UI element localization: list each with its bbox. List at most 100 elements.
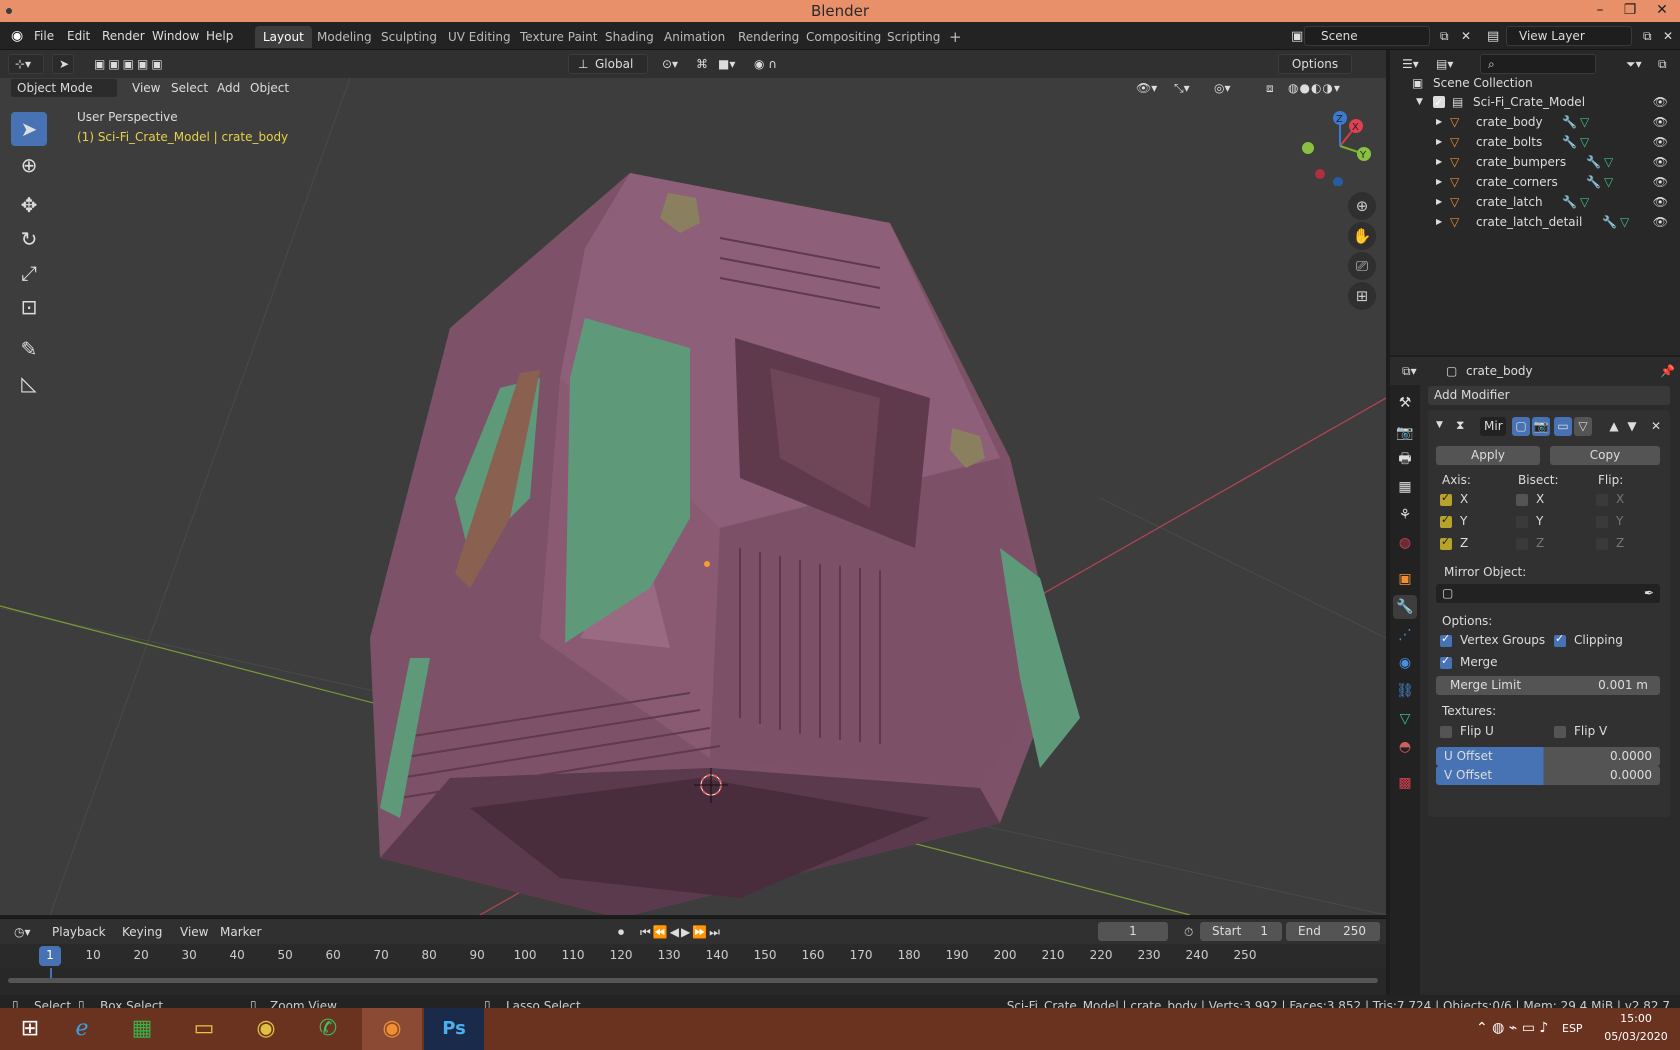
outliner-row-object[interactable]: ▶ ▽ crate_latch 🔧 ▽ 👁 [1390, 192, 1680, 212]
options-dropdown[interactable]: Options [1278, 54, 1352, 74]
outliner-row-scene-collection[interactable]: ▣ Scene Collection [1390, 73, 1680, 93]
bisect-z-checkbox[interactable] [1516, 538, 1528, 550]
collapse-icon[interactable]: ▼ [1436, 420, 1443, 430]
move-tool-icon[interactable]: ✥ [11, 188, 47, 222]
render-tab-icon[interactable]: 📷 [1393, 421, 1417, 445]
outliner-row-object[interactable]: ▶ ▽ crate_latch_detail 🔧 ▽ 👁 [1390, 212, 1680, 232]
photoshop-icon[interactable]: Ps [424, 1008, 484, 1050]
expand-icon[interactable]: ▶ [1436, 152, 1442, 172]
menu-help[interactable]: Help [199, 27, 240, 46]
tab-modeling[interactable]: Modeling [309, 26, 380, 48]
clock-time[interactable]: 15:00 [1604, 1012, 1668, 1025]
timeline-menu-marker[interactable]: Marker [214, 922, 267, 942]
language-indicator[interactable]: ESP [1562, 1022, 1583, 1035]
viewport-toggle-icon[interactable]: ▭ [1554, 417, 1572, 436]
axis-z-checkbox[interactable] [1440, 535, 1452, 550]
expand-icon[interactable]: ▶ [1436, 172, 1442, 192]
measure-tool-icon[interactable]: ◺ [11, 366, 47, 400]
modifier-tab-icon[interactable]: 🔧 [1393, 595, 1417, 619]
overlay-toggle-icon[interactable]: ◎▾ [1208, 78, 1237, 98]
output-tab-icon[interactable]: 🖶 [1393, 447, 1417, 471]
snap-target-icon[interactable]: ■▾ [712, 54, 741, 74]
eye-icon[interactable]: 👁 [1653, 172, 1668, 192]
tab-texture-paint[interactable]: Texture Paint [512, 26, 605, 48]
blender-taskbar-icon[interactable]: ◉ [362, 1008, 422, 1050]
3d-viewport[interactable]: User Perspective (1) Sci-Fi_Crate_Model … [0, 78, 1386, 915]
select-box-tool-icon[interactable]: ➤ [11, 112, 47, 146]
eye-icon[interactable]: 👁 [1653, 112, 1668, 132]
timeline-menu-keying[interactable]: Keying [116, 922, 168, 942]
whatsapp-icon[interactable]: ✆ [298, 1008, 358, 1050]
expand-icon[interactable]: ▶ [1436, 192, 1442, 212]
tray-icons[interactable]: ⌃ ◍ ⌁ ▭ ♪ [1476, 1020, 1548, 1036]
tab-sculpting[interactable]: Sculpting [373, 26, 445, 48]
outliner-row-object[interactable]: ▶ ▽ crate_bumpers 🔧 ▽ 👁 [1390, 152, 1680, 172]
view-layer-field[interactable]: View Layer [1506, 26, 1632, 46]
camera-view-icon[interactable]: ⎚ [1348, 252, 1376, 280]
editmode-cage-icon[interactable]: ▢ [1512, 417, 1530, 436]
world-tab-icon[interactable]: ◍ [1393, 531, 1417, 555]
u-offset-field[interactable]: U Offset 0.0000 [1436, 747, 1660, 766]
minimize-icon[interactable]: – [1584, 0, 1616, 22]
display-mode-icon[interactable]: ▤▾ [1430, 54, 1459, 74]
scene-field[interactable]: Scene [1304, 26, 1430, 46]
current-frame-field[interactable]: 1 [1098, 922, 1168, 941]
proportional-edit-icon[interactable]: ◉ ∩ [748, 54, 783, 74]
tab-compositing[interactable]: Compositing [798, 26, 889, 48]
stopwatch-icon[interactable]: ⏱ [1178, 922, 1199, 942]
clipping-checkbox[interactable] [1554, 632, 1566, 647]
timeline-body[interactable] [0, 968, 1386, 995]
select-mode-icons[interactable]: ▣▣▣▣▣ [88, 54, 172, 74]
flip-z-checkbox[interactable] [1596, 538, 1608, 550]
shading-mode-icons[interactable]: ◍●◐◑▾ [1282, 78, 1347, 98]
ortho-grid-icon[interactable]: ⊞ [1348, 282, 1376, 310]
material-tab-icon[interactable]: ◓ [1393, 735, 1417, 759]
expand-icon[interactable]: ▶ [1436, 212, 1442, 232]
object-tab-icon[interactable]: ▣ [1393, 567, 1417, 591]
cursor-tool-icon[interactable]: ⊕ [11, 148, 47, 182]
eyedropper-icon[interactable]: ✒ [1644, 584, 1654, 603]
tab-rendering[interactable]: Rendering [730, 26, 807, 48]
clock-date[interactable]: 05/03/2020 [1600, 1030, 1672, 1043]
expand-icon[interactable]: ▶ [1436, 112, 1442, 132]
viewport-menu-select[interactable]: Select [165, 78, 214, 98]
rotate-tool-icon[interactable]: ↻ [11, 222, 47, 256]
apply-button[interactable]: Apply [1436, 446, 1540, 465]
particles-tab-icon[interactable]: ⋰ [1393, 623, 1417, 647]
outliner-row-object[interactable]: ▶ ▽ crate_corners 🔧 ▽ 👁 [1390, 172, 1680, 192]
select-tool-icon[interactable]: ➤ [52, 54, 74, 74]
v-offset-field[interactable]: V Offset 0.0000 [1436, 766, 1660, 785]
move-up-icon[interactable]: ▲ [1606, 417, 1622, 436]
outliner-row-object[interactable]: ▶ ▽ crate_body 🔧 ▽ 👁 [1390, 112, 1680, 132]
outliner-row-collection[interactable]: ▼ ▤ Sci-Fi_Crate_Model 👁 [1390, 92, 1680, 113]
view-layer-icon[interactable]: ▤ [1480, 27, 1506, 46]
collection-checkbox[interactable] [1433, 93, 1445, 113]
playback-controls-icons[interactable]: ⏮⏪◀▶⏩⏭ [634, 922, 728, 942]
new-collection-icon[interactable]: ⧉ [1652, 54, 1673, 74]
timeline-editor-type-icon[interactable]: ◷▾ [8, 922, 37, 942]
flip-v-checkbox[interactable] [1554, 726, 1566, 738]
viewport-menu-add[interactable]: Add [211, 78, 246, 98]
view-layer-remove-icon[interactable]: ✕ [1656, 27, 1680, 46]
pan-hand-icon[interactable]: ✋ [1348, 222, 1376, 250]
scene-tab-icon[interactable]: ⚘ [1393, 503, 1417, 527]
expand-icon[interactable]: ▶ [1436, 132, 1442, 152]
pivot-point-icon[interactable]: ⊙▾ [656, 54, 684, 74]
menu-window[interactable]: Window [145, 27, 206, 46]
close-icon[interactable]: ✕ [1646, 0, 1678, 22]
transform-tool-icon[interactable]: ⊡ [11, 290, 47, 324]
tool-tab-icon[interactable]: ⚒ [1393, 391, 1417, 415]
xray-icon[interactable]: ⧈ [1260, 78, 1280, 98]
end-frame-field[interactable]: End 250 [1286, 922, 1380, 941]
flip-x-checkbox[interactable] [1596, 494, 1608, 506]
expand-icon[interactable]: ▼ [1416, 92, 1423, 112]
filter-icon[interactable]: ⏷▾ [1620, 54, 1648, 74]
remove-modifier-icon[interactable]: ✕ [1648, 417, 1664, 436]
vertex-groups-checkbox[interactable] [1440, 632, 1452, 647]
properties-editor-type-icon[interactable]: ⧉▾ [1396, 361, 1423, 381]
bisect-y-checkbox[interactable] [1516, 516, 1528, 528]
outliner-row-object[interactable]: ▶ ▽ crate_bolts 🔧 ▽ 👁 [1390, 132, 1680, 152]
add-modifier-dropdown[interactable]: Add Modifier [1428, 386, 1670, 405]
scale-tool-icon[interactable]: ⤢ [11, 256, 47, 290]
timeline-ruler[interactable]: 1 10 20 30 40 50 60 70 80 90 100 110 120 130 140 150 160… [0, 944, 1386, 968]
